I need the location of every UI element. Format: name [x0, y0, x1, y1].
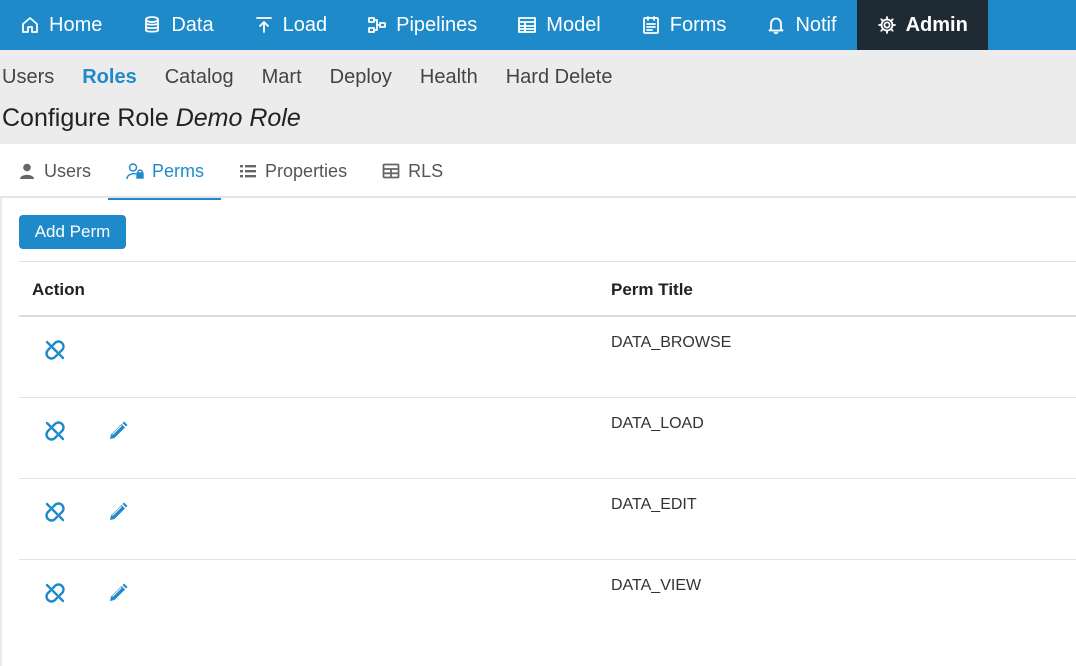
perm-title: DATA_LOAD [611, 415, 704, 432]
gear-icon [877, 15, 897, 35]
perm-title: DATA_EDIT [611, 496, 697, 513]
pencil-icon[interactable] [107, 582, 129, 604]
pipelines-icon [367, 15, 387, 35]
add-perm-button[interactable]: Add Perm [19, 215, 126, 249]
tab-rls[interactable]: RLS [364, 144, 460, 198]
perm-title: DATA_VIEW [611, 577, 702, 594]
upload-icon [254, 15, 274, 35]
nav-forms-label: Forms [669, 13, 727, 36]
header-perm-title: Perm Title [611, 280, 693, 299]
home-icon [20, 15, 40, 35]
pencil-icon[interactable] [107, 420, 129, 442]
table-row: DATA_BROWSE [19, 317, 1076, 398]
nav-load-label: Load [282, 13, 328, 36]
top-navbar: Home Data Load Pipelines Model Forms Not… [0, 0, 1076, 50]
user-lock-icon [126, 162, 144, 180]
tab-rls-label: RLS [408, 160, 444, 181]
page-title-role: Demo Role [175, 104, 301, 132]
nav-pipelines[interactable]: Pipelines [347, 0, 497, 50]
nav-admin[interactable]: Admin [856, 0, 988, 50]
admin-subnav: Users Roles Catalog Mart Deploy Health H… [2, 66, 640, 89]
subnav-catalog[interactable]: Catalog [165, 66, 234, 89]
nav-home-label: Home [49, 13, 103, 36]
role-tabs: Users Perms Properties RLS [0, 144, 1076, 200]
nav-data-label: Data [171, 13, 214, 36]
nav-data[interactable]: Data [122, 0, 233, 50]
list-icon [239, 162, 257, 180]
subnav-users[interactable]: Users [2, 66, 54, 89]
subnav-mart[interactable]: Mart [262, 66, 302, 89]
unlink-icon[interactable] [44, 501, 66, 523]
admin-header: Users Roles Catalog Mart Deploy Health H… [0, 50, 1076, 144]
user-icon [18, 162, 36, 180]
nav-forms[interactable]: Forms [621, 0, 747, 50]
unlink-icon[interactable] [44, 339, 66, 361]
nav-home[interactable]: Home [0, 0, 122, 50]
model-icon [517, 15, 537, 35]
perms-table: Action Perm Title DATA_BROWSE DATA_LOAD … [19, 261, 1076, 641]
tab-properties[interactable]: Properties [221, 144, 364, 198]
tab-perms-label: Perms [152, 160, 205, 181]
table-header: Action Perm Title [19, 262, 1076, 317]
subnav-hard-delete[interactable]: Hard Delete [506, 66, 613, 89]
pencil-icon[interactable] [107, 501, 129, 523]
tab-users[interactable]: Users [0, 144, 108, 198]
nav-admin-label: Admin [905, 13, 968, 36]
unlink-icon[interactable] [44, 420, 66, 442]
header-action: Action [32, 280, 85, 299]
nav-model-label: Model [546, 13, 601, 36]
tab-perms[interactable]: Perms [108, 144, 222, 200]
subnav-health[interactable]: Health [420, 66, 478, 89]
table-row: DATA_EDIT [19, 479, 1076, 560]
perm-title: DATA_BROWSE [611, 334, 732, 351]
forms-icon [641, 15, 661, 35]
table-row: DATA_VIEW [19, 560, 1076, 641]
tab-properties-label: Properties [265, 160, 348, 181]
table-row: DATA_LOAD [19, 398, 1076, 479]
tab-users-label: Users [44, 160, 92, 181]
unlink-icon[interactable] [44, 582, 66, 604]
nav-model[interactable]: Model [497, 0, 620, 50]
nav-notif[interactable]: Notif [746, 0, 856, 50]
subnav-deploy[interactable]: Deploy [330, 66, 392, 89]
bell-icon [766, 15, 786, 35]
nav-load[interactable]: Load [234, 0, 348, 50]
nav-notif-label: Notif [795, 13, 837, 36]
nav-pipelines-label: Pipelines [396, 13, 478, 36]
page-title: Configure Role Demo Role [2, 104, 301, 133]
content-left-border [0, 198, 2, 666]
table-icon [382, 162, 400, 180]
subnav-roles[interactable]: Roles [82, 66, 136, 89]
database-icon [142, 15, 162, 35]
page-title-prefix: Configure Role [2, 104, 169, 132]
